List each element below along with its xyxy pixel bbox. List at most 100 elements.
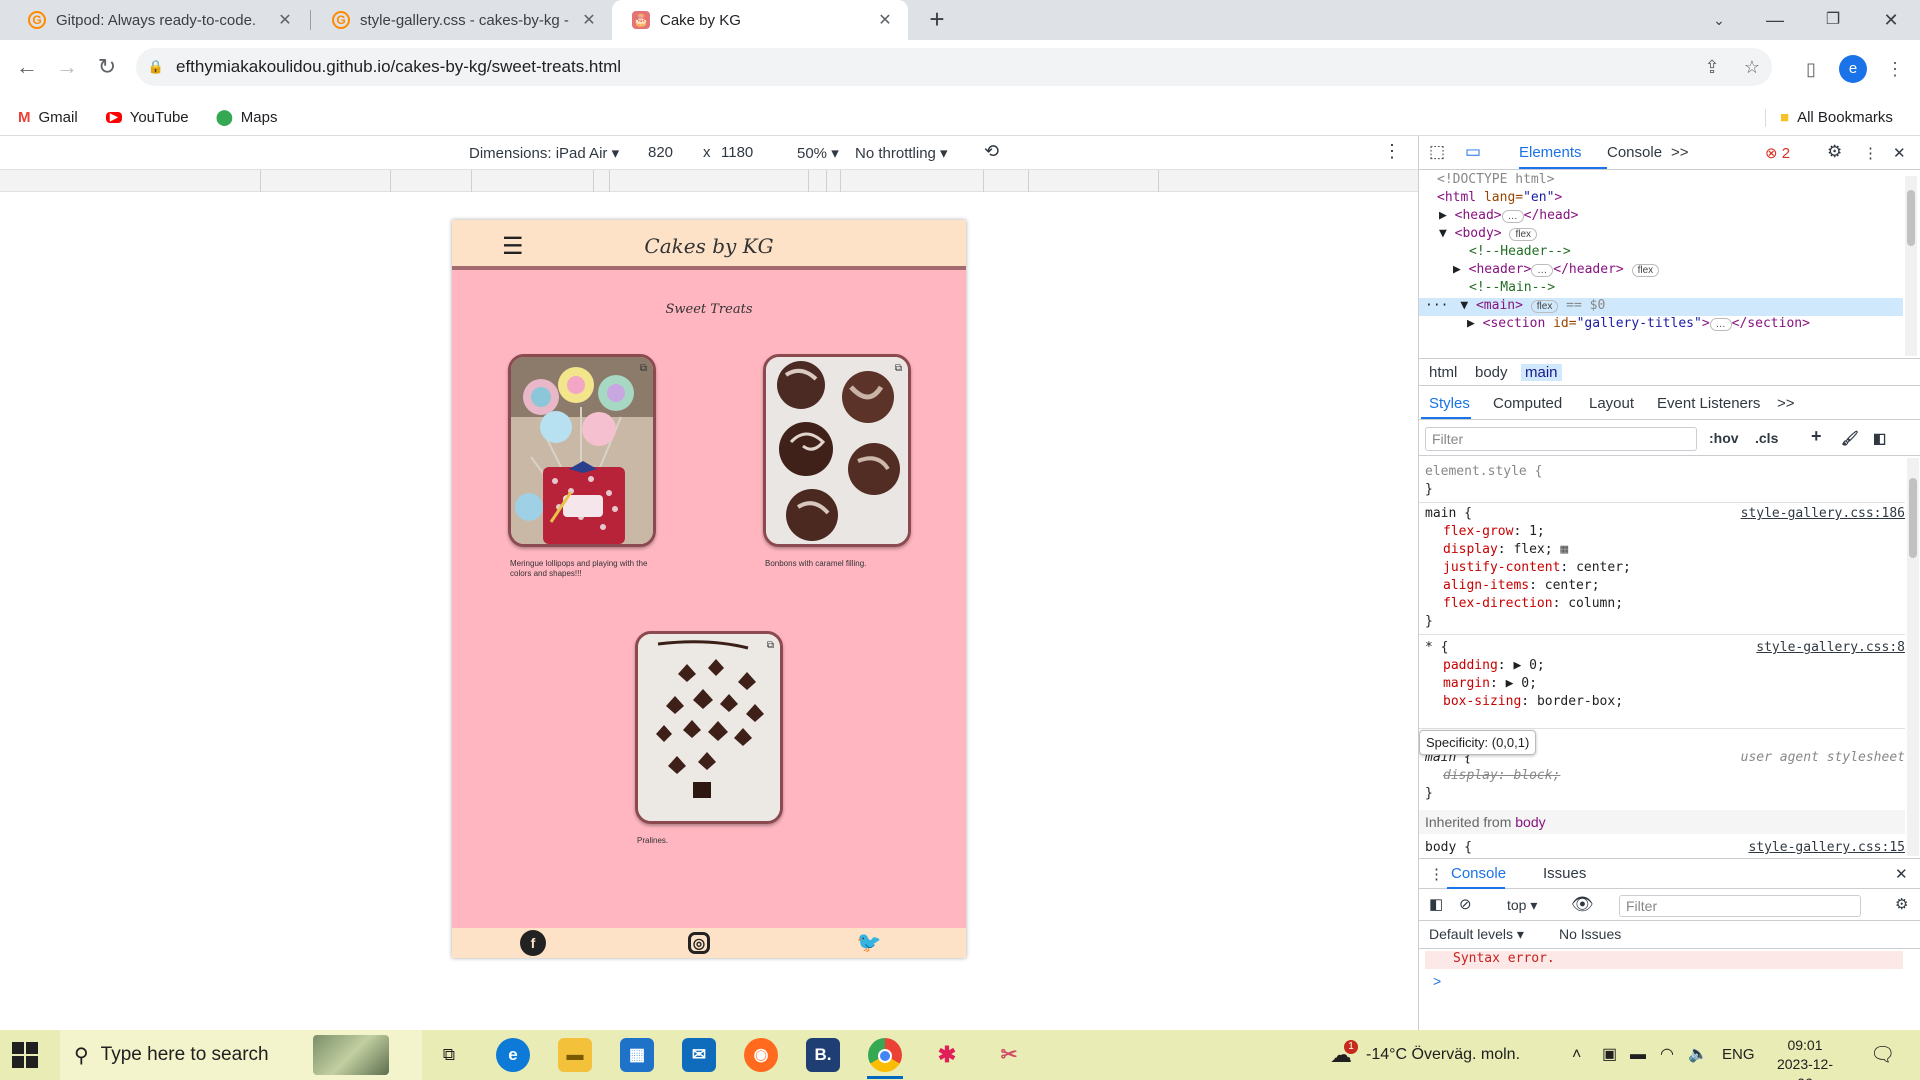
tab-layout[interactable]: Layout xyxy=(1589,395,1634,412)
minimize-button[interactable]: — xyxy=(1752,0,1798,40)
tab-gitpod[interactable]: G Gitpod: Always ready-to-code. ✕ xyxy=(8,0,308,40)
forward-button[interactable]: → xyxy=(50,50,84,84)
tab-console[interactable]: Console xyxy=(1607,144,1662,161)
throttling-select[interactable]: No throttling ▾ xyxy=(855,144,948,162)
rule-source-link[interactable]: style-gallery.css:8 xyxy=(1756,640,1905,655)
rule-source-link[interactable]: style-gallery.css:186 xyxy=(1741,506,1905,521)
tab-styles[interactable]: Styles xyxy=(1429,395,1470,412)
css-declaration[interactable]: padding: ▶ 0; xyxy=(1443,658,1545,676)
more-icon[interactable]: ··· xyxy=(1425,298,1448,313)
collapse-arrow-icon[interactable]: ▼ xyxy=(1439,226,1447,241)
device-toggle-icon[interactable]: ▭ xyxy=(1465,142,1481,162)
tab-computed[interactable]: Computed xyxy=(1493,395,1562,412)
context-select[interactable]: top ▾ xyxy=(1507,897,1537,914)
css-declaration-overridden[interactable]: display: block; xyxy=(1443,768,1560,786)
menu-icon[interactable]: ⋮ xyxy=(1880,54,1910,84)
css-declaration[interactable]: justify-content: center; xyxy=(1443,560,1631,578)
issues-count[interactable]: No Issues xyxy=(1559,926,1621,942)
console-prompt[interactable]: > xyxy=(1433,973,1441,989)
dom-node[interactable]: ▶ <section id="gallery-titles">… </sectio… xyxy=(1467,316,1810,334)
css-declaration[interactable]: margin: ▶ 0; xyxy=(1443,676,1537,694)
maximize-button[interactable]: ❐ xyxy=(1810,0,1856,40)
settings-gear-icon[interactable]: ⚙ xyxy=(1827,142,1842,162)
weather-icon[interactable]: ☁ xyxy=(1330,1030,1352,1080)
file-explorer-icon[interactable]: ▬ xyxy=(558,1038,592,1072)
live-expression-eye-icon[interactable]: 👁 xyxy=(1571,894,1594,915)
error-count-badge[interactable]: ⊗ 2 xyxy=(1765,144,1790,162)
css-declaration[interactable]: box-sizing: border-box; xyxy=(1443,694,1623,712)
url-text[interactable]: efthymiakakoulidou.github.io/cakes-by-kg… xyxy=(176,57,1692,77)
close-devtools-icon[interactable]: ✕ xyxy=(1893,144,1906,162)
collapsed-pill[interactable]: … xyxy=(1709,318,1732,331)
console-filter-input[interactable]: Filter xyxy=(1619,895,1861,917)
css-declaration[interactable]: display: flex; ▦ xyxy=(1443,542,1568,560)
flex-badge[interactable]: flex xyxy=(1631,264,1660,277)
inspect-element-icon[interactable]: ⬚ xyxy=(1429,142,1445,162)
drawer-menu-icon[interactable]: ⋮ xyxy=(1429,865,1444,883)
weather-text[interactable]: -14°C Överväg. moln. xyxy=(1366,1030,1520,1080)
close-window-button[interactable]: ✕ xyxy=(1868,0,1914,40)
zoom-select[interactable]: 50% ▾ xyxy=(797,144,839,162)
device-width-input[interactable]: 820 xyxy=(648,144,673,161)
avatar[interactable]: e xyxy=(1839,55,1867,83)
tab-event-listeners[interactable]: Event Listeners xyxy=(1657,395,1760,412)
language-indicator[interactable]: ENG xyxy=(1722,1030,1755,1080)
slack-icon[interactable]: ✱ xyxy=(930,1038,964,1072)
rule-selector[interactable]: main { xyxy=(1425,506,1472,524)
show-hidden-icons-icon[interactable]: ˄ xyxy=(1572,1030,1581,1080)
paint-brush-icon[interactable]: 🖌 xyxy=(1841,430,1859,447)
wifi-icon[interactable]: ◠ xyxy=(1660,1030,1674,1080)
bonbons-photo[interactable]: ⧉ xyxy=(763,354,911,547)
windows-start-icon[interactable] xyxy=(12,1042,38,1068)
bookmark-star-icon[interactable]: ☆ xyxy=(1732,57,1772,78)
add-rule-icon[interactable]: + xyxy=(1811,426,1822,447)
css-declaration[interactable]: flex-grow: 1; xyxy=(1443,524,1545,542)
back-button[interactable]: ← xyxy=(10,50,44,84)
instagram-icon[interactable]: ◎ xyxy=(688,932,710,954)
device-height-input[interactable]: 1180 xyxy=(721,144,753,161)
rotate-icon[interactable]: ⟲ xyxy=(984,141,999,162)
dom-node[interactable]: <!--Header--> xyxy=(1469,244,1571,262)
dom-scrollbar[interactable] xyxy=(1905,176,1917,356)
flexbox-editor-icon[interactable]: ▦ xyxy=(1560,542,1568,557)
css-declaration[interactable]: align-items: center; xyxy=(1443,578,1600,596)
expand-icon[interactable]: ⧉ xyxy=(640,363,647,374)
meringue-lollipops-photo[interactable]: ⧉ xyxy=(508,354,656,547)
clock[interactable]: 09:01 2023-12-06 xyxy=(1770,1036,1840,1080)
rule-selector[interactable]: body { xyxy=(1425,840,1472,858)
inherited-from-link[interactable]: body xyxy=(1515,814,1545,830)
reload-button[interactable]: ↻ xyxy=(90,50,124,84)
dom-node[interactable]: ▶ <header>… </header> flex xyxy=(1453,262,1660,280)
media-query-bar[interactable] xyxy=(0,170,1418,192)
site-title[interactable]: Cakes by KG xyxy=(452,234,966,258)
flex-badge[interactable]: flex xyxy=(1509,228,1538,241)
twitter-icon[interactable]: 🐦 xyxy=(856,930,882,956)
address-bar[interactable]: 🔒 efthymiakakoulidou.github.io/cakes-by-… xyxy=(136,48,1772,86)
collapsed-pill[interactable]: … xyxy=(1531,264,1554,277)
meet-now-icon[interactable]: ▣ xyxy=(1602,1030,1617,1080)
tab-style-gallery[interactable]: G style-gallery.css - cakes-by-kg - ✕ xyxy=(312,0,612,40)
breadcrumb-main[interactable]: main xyxy=(1521,364,1562,381)
facebook-icon[interactable]: f xyxy=(520,930,546,956)
lock-icon[interactable]: 🔒 xyxy=(136,59,176,75)
more-tabs-icon[interactable]: >> xyxy=(1671,144,1689,161)
gallery-item-pralines[interactable]: ⧉ Pralines. xyxy=(635,631,783,846)
expand-arrow-icon[interactable]: ▶ xyxy=(1467,316,1475,331)
bookmark-maps[interactable]: ⬤ Maps xyxy=(216,100,277,134)
sidebar-toggle-icon[interactable]: ◧ xyxy=(1873,430,1886,447)
clear-console-icon[interactable]: ⊘ xyxy=(1459,895,1472,913)
scroll-thumb[interactable] xyxy=(1909,478,1917,558)
pralines-photo[interactable]: ⧉ xyxy=(635,631,783,824)
share-icon[interactable]: ⇪ xyxy=(1692,57,1732,78)
styles-scrollbar[interactable] xyxy=(1907,458,1919,856)
more-options-icon[interactable]: ⋮ xyxy=(1383,141,1401,162)
task-view-icon[interactable]: ⧉ xyxy=(432,1038,466,1072)
bookmark-youtube[interactable]: ▶ YouTube xyxy=(106,100,189,134)
taskbar-search-input[interactable]: ⚲ Type here to search xyxy=(60,1030,422,1080)
side-panel-icon[interactable]: ▯ xyxy=(1796,54,1826,84)
tab-cake-by-kg[interactable]: 🎂 Cake by KG ✕ xyxy=(612,0,908,40)
collapse-arrow-icon[interactable]: ▼ xyxy=(1460,298,1468,313)
tab-search-icon[interactable]: ⌄ xyxy=(1696,0,1742,40)
dom-tree[interactable]: <!DOCTYPE html> <html lang="en"> ▶ <head… xyxy=(1419,172,1903,358)
dom-node[interactable]: <!--Main--> xyxy=(1469,280,1555,298)
